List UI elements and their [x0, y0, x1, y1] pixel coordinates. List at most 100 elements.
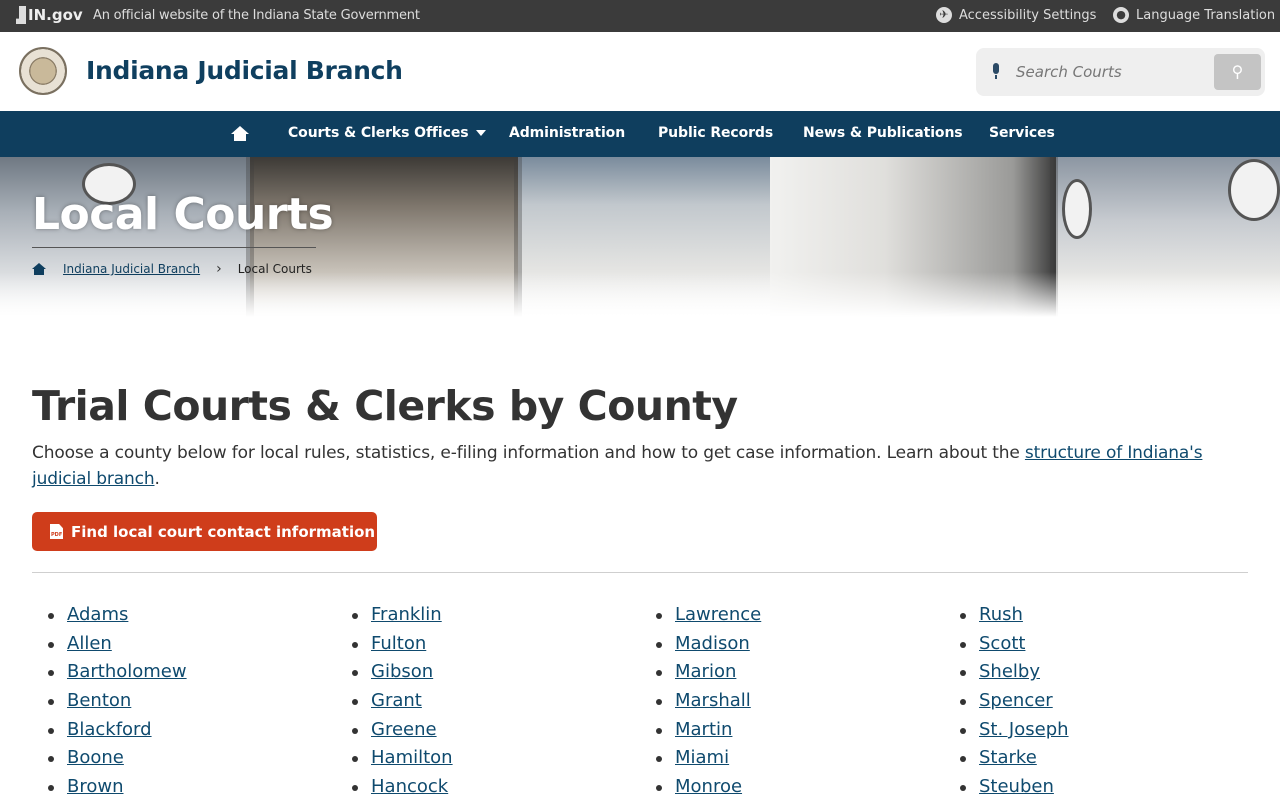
county-link[interactable]: Madison: [675, 633, 750, 654]
county-link[interactable]: Lawrence: [675, 604, 761, 625]
county-link[interactable]: Shelby: [979, 661, 1040, 682]
county-link[interactable]: Rush: [979, 604, 1023, 625]
chevron-down-icon: [476, 130, 487, 136]
list-item: Starke: [960, 744, 1069, 773]
list-item: Monroe: [656, 773, 761, 800]
list-item: St. Joseph: [960, 716, 1069, 745]
county-link[interactable]: Brown: [67, 776, 124, 797]
official-site-text: An official website of the Indiana State…: [93, 8, 420, 23]
state-seal-logo[interactable]: [19, 47, 67, 95]
list-item: Miami: [656, 744, 761, 773]
list-item: Lawrence: [656, 601, 761, 630]
county-link[interactable]: Monroe: [675, 776, 742, 797]
list-item: Franklin: [352, 601, 453, 630]
nav-courts-clerks-offices[interactable]: Courts & Clerks Offices: [288, 125, 487, 141]
language-translation-button[interactable]: ● Language Translation: [1113, 7, 1275, 23]
list-item: Grant: [352, 687, 453, 716]
county-link[interactable]: Adams: [67, 604, 128, 625]
main-nav: Courts & Clerks Offices Administration P…: [0, 111, 1280, 157]
breadcrumb-current: Local Courts: [237, 262, 312, 276]
county-column-2: Franklin Fulton Gibson Grant Greene Hami…: [352, 601, 453, 800]
list-item: Hancock: [352, 773, 453, 800]
county-link[interactable]: Greene: [371, 719, 437, 740]
county-link[interactable]: Allen: [67, 633, 112, 654]
county-link[interactable]: Marshall: [675, 690, 751, 711]
county-column-4: Rush Scott Shelby Spencer St. Joseph Sta…: [960, 601, 1069, 800]
county-link[interactable]: Bartholomew: [67, 661, 187, 682]
county-column-1: Adams Allen Bartholomew Benton Blackford…: [48, 601, 187, 800]
county-link[interactable]: Hancock: [371, 776, 448, 797]
county-link[interactable]: Steuben: [979, 776, 1054, 797]
microphone-icon[interactable]: [991, 63, 1001, 80]
nav-administration[interactable]: Administration: [509, 125, 625, 141]
globe-icon: ●: [1113, 7, 1129, 23]
search-box: ⚲: [976, 48, 1265, 96]
chevron-right-icon: ›: [216, 261, 222, 277]
list-item: Boone: [48, 744, 187, 773]
county-link[interactable]: Spencer: [979, 690, 1053, 711]
search-input[interactable]: [1016, 58, 1196, 86]
county-link[interactable]: Scott: [979, 633, 1025, 654]
section-heading: Trial Courts & Clerks by County: [32, 382, 738, 430]
gov-bar: IN.gov An official website of the Indian…: [0, 0, 1280, 32]
home-icon[interactable]: [32, 262, 46, 276]
list-item: Shelby: [960, 658, 1069, 687]
county-link[interactable]: Starke: [979, 747, 1037, 768]
home-icon[interactable]: [231, 126, 249, 142]
list-item: Fulton: [352, 630, 453, 659]
county-link[interactable]: Marion: [675, 661, 736, 682]
list-item: Rush: [960, 601, 1069, 630]
list-item: Gibson: [352, 658, 453, 687]
county-link[interactable]: Blackford: [67, 719, 152, 740]
clock-face-image: [1062, 179, 1092, 239]
list-item: Marion: [656, 658, 761, 687]
list-item: Marshall: [656, 687, 761, 716]
site-title[interactable]: Indiana Judicial Branch: [86, 56, 403, 85]
hero-banner: Local Courts Indiana Judicial Branch › L…: [0, 157, 1280, 317]
list-item: Bartholomew: [48, 658, 187, 687]
find-contact-info-button[interactable]: Find local court contact information: [32, 512, 377, 551]
county-link[interactable]: Fulton: [371, 633, 426, 654]
list-item: Hamilton: [352, 744, 453, 773]
list-item: Spencer: [960, 687, 1069, 716]
list-item: Madison: [656, 630, 761, 659]
pdf-icon: [50, 524, 63, 539]
county-link[interactable]: Grant: [371, 690, 422, 711]
nav-services[interactable]: Services: [989, 125, 1055, 141]
breadcrumb: Indiana Judicial Branch › Local Courts: [32, 261, 312, 277]
site-header: Indiana Judicial Branch ⚲: [0, 32, 1280, 111]
list-item: Allen: [48, 630, 187, 659]
list-item: Benton: [48, 687, 187, 716]
accessibility-icon: ✈: [936, 7, 952, 23]
title-divider: [32, 247, 316, 248]
county-link[interactable]: Hamilton: [371, 747, 453, 768]
list-item: Blackford: [48, 716, 187, 745]
clock-face-image: [1228, 159, 1280, 221]
list-item: Steuben: [960, 773, 1069, 800]
nav-news-publications[interactable]: News & Publications: [803, 125, 963, 141]
county-link[interactable]: Franklin: [371, 604, 442, 625]
county-link[interactable]: Boone: [67, 747, 124, 768]
county-link[interactable]: Martin: [675, 719, 732, 740]
ingov-logo[interactable]: IN.gov: [16, 6, 83, 24]
page-title: Local Courts: [32, 189, 334, 240]
hero-fade: [0, 272, 1280, 317]
county-link[interactable]: Gibson: [371, 661, 433, 682]
intro-paragraph: Choose a county below for local rules, s…: [32, 443, 1203, 489]
county-column-3: Lawrence Madison Marion Marshall Martin …: [656, 601, 761, 800]
search-icon: ⚲: [1231, 62, 1244, 81]
county-link[interactable]: St. Joseph: [979, 719, 1069, 740]
list-item: Brown: [48, 773, 187, 800]
divider: [32, 572, 1248, 573]
county-link[interactable]: Benton: [67, 690, 131, 711]
search-button[interactable]: ⚲: [1214, 54, 1261, 90]
ingov-logo-icon: [16, 6, 26, 24]
list-item: Martin: [656, 716, 761, 745]
list-item: Greene: [352, 716, 453, 745]
list-item: Scott: [960, 630, 1069, 659]
county-link[interactable]: Miami: [675, 747, 729, 768]
accessibility-settings-button[interactable]: ✈ Accessibility Settings: [936, 7, 1096, 23]
breadcrumb-link-home[interactable]: Indiana Judicial Branch: [63, 262, 200, 276]
nav-public-records[interactable]: Public Records: [658, 125, 773, 141]
list-item: Adams: [48, 601, 187, 630]
